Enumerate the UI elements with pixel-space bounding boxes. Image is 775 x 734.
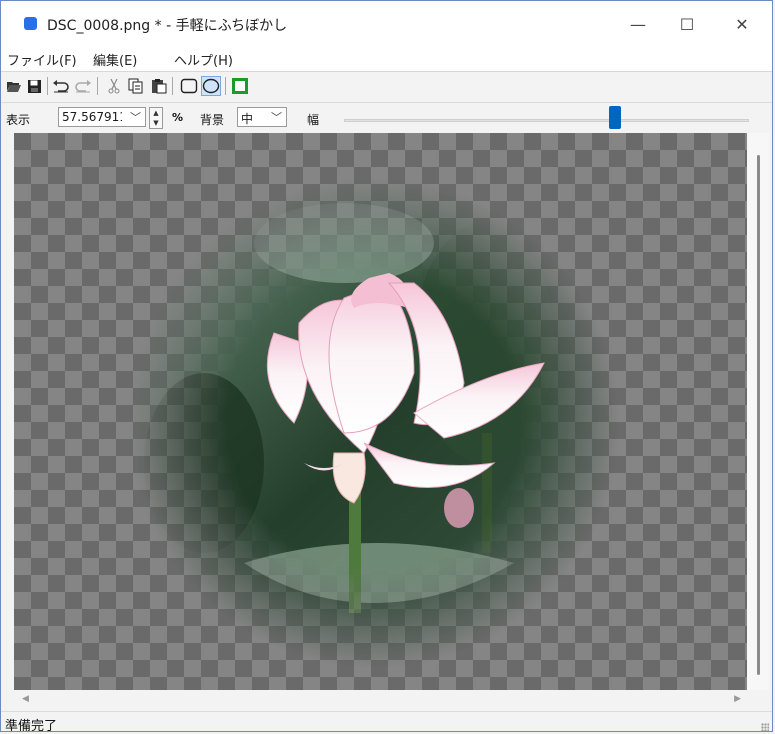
minimize-button[interactable]: — bbox=[615, 9, 661, 39]
toolbar-separator bbox=[172, 77, 173, 95]
window-title: DSC_0008.png * - 手軽にふちぼかし bbox=[47, 18, 288, 34]
chevron-down-icon: ﹀ bbox=[130, 111, 141, 124]
save-icon[interactable] bbox=[24, 76, 44, 96]
ellipse-shape-icon[interactable] bbox=[201, 76, 221, 96]
maximize-button[interactable]: ☐ bbox=[664, 9, 710, 39]
close-button[interactable]: ✕ bbox=[719, 9, 765, 39]
chevron-down-icon: ﹀ bbox=[271, 111, 282, 124]
spin-up-icon[interactable]: ▲ bbox=[150, 108, 162, 118]
undo-icon[interactable] bbox=[51, 76, 71, 96]
paste-icon[interactable] bbox=[149, 76, 169, 96]
redo-icon[interactable] bbox=[73, 76, 93, 96]
spin-down-icon[interactable]: ▼ bbox=[150, 118, 162, 128]
background-label: 背景 bbox=[200, 113, 225, 127]
width-label: 幅 bbox=[307, 113, 320, 127]
toolbar-separator bbox=[225, 77, 226, 95]
background-combobox[interactable]: 中 ﹀ bbox=[237, 107, 287, 127]
green-frame-icon[interactable] bbox=[230, 76, 250, 96]
toolbar-separator bbox=[97, 77, 98, 95]
image-canvas[interactable] bbox=[14, 133, 747, 690]
zoom-combobox[interactable]: 57.567911 ﹀ bbox=[58, 107, 146, 127]
background-value: 中 bbox=[241, 112, 254, 126]
scroll-left-icon[interactable]: ◀ bbox=[22, 694, 29, 704]
close-icon: ✕ bbox=[735, 14, 749, 34]
vertical-scrollbar[interactable] bbox=[747, 133, 769, 690]
vertical-scroll-thumb[interactable] bbox=[757, 155, 760, 675]
width-slider-thumb[interactable] bbox=[609, 106, 621, 129]
app-icon bbox=[24, 17, 37, 30]
zoom-spinner[interactable]: ▲ ▼ bbox=[149, 107, 163, 129]
status-text: 準備完了 bbox=[5, 719, 58, 732]
menu-edit[interactable]: 編集(E) bbox=[93, 50, 137, 69]
rounded-rect-shape-icon[interactable] bbox=[179, 76, 199, 96]
zoom-value: 57.567911 bbox=[62, 110, 122, 124]
open-folder-icon[interactable] bbox=[4, 76, 24, 96]
horizontal-scrollbar[interactable]: ◀ ▶ bbox=[14, 690, 747, 710]
lotus-photo bbox=[94, 173, 654, 690]
maximize-icon: ☐ bbox=[679, 14, 695, 34]
toolbar-separator bbox=[47, 77, 48, 95]
status-bar: 準備完了 bbox=[1, 711, 772, 732]
menu-bar: ファイル(F) 編集(E) ヘルプ(H) bbox=[1, 45, 772, 72]
copy-icon[interactable] bbox=[126, 76, 146, 96]
percent-label: % bbox=[172, 111, 184, 124]
toolbar bbox=[1, 72, 772, 103]
menu-file[interactable]: ファイル(F) bbox=[7, 50, 77, 69]
scroll-right-icon[interactable]: ▶ bbox=[734, 694, 741, 704]
cut-icon[interactable] bbox=[104, 76, 124, 96]
width-slider-track[interactable] bbox=[344, 119, 749, 122]
title-bar[interactable]: DSC_0008.png * - 手軽にふちぼかし — ☐ ✕ bbox=[1, 1, 772, 45]
zoom-label: 表示 bbox=[6, 113, 31, 127]
menu-help[interactable]: ヘルプ(H) bbox=[174, 50, 233, 69]
resize-grip-icon[interactable] bbox=[761, 723, 769, 731]
app-window: DSC_0008.png * - 手軽にふちぼかし — ☐ ✕ ファイル(F) … bbox=[0, 0, 773, 732]
minimize-icon: — bbox=[630, 14, 646, 34]
options-bar: 表示 57.567911 ﹀ ▲ ▼ % 背景 中 ﹀ 幅 bbox=[1, 103, 772, 133]
